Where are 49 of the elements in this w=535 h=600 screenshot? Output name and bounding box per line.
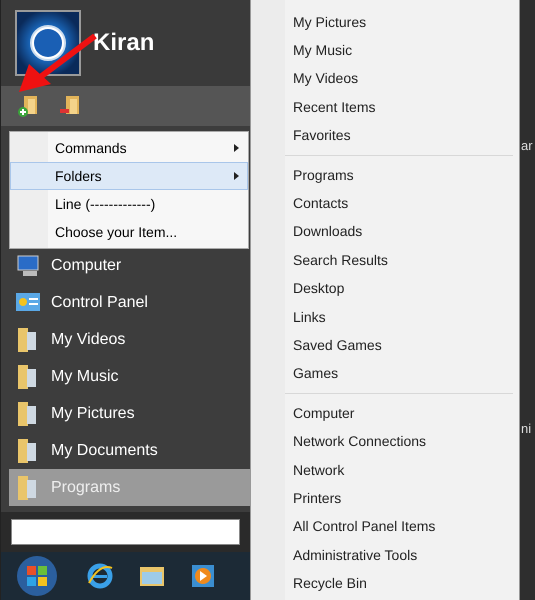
browser-e-icon[interactable]	[87, 563, 113, 589]
start-menu-item[interactable]: My Music	[9, 358, 250, 395]
submenu-item[interactable]: My Videos	[293, 64, 519, 94]
submenu-item[interactable]: Programs	[293, 160, 519, 190]
item-label: My Documents	[51, 440, 158, 460]
item-label: Programs	[51, 478, 120, 498]
item-label: Computer	[51, 256, 122, 276]
submenu-item[interactable]: Downloads	[293, 218, 519, 246]
submenu-item[interactable]: All Control Panel Items	[293, 512, 519, 542]
search-field[interactable]	[11, 519, 240, 545]
menu-item[interactable]: Folders	[10, 162, 248, 190]
submenu-item[interactable]: Recycle Bin	[293, 569, 519, 598]
start-menu-item[interactable]: My Pictures	[9, 395, 250, 432]
item-label: My Pictures	[51, 404, 135, 424]
submenu-item[interactable]: Printers	[293, 484, 519, 513]
add-folder-icon[interactable]	[17, 94, 39, 118]
item-label: Control Panel	[51, 292, 148, 312]
folder-icon[interactable]	[139, 565, 165, 587]
submenu-arrow-icon	[234, 172, 239, 180]
submenu-item[interactable]: Computer	[293, 399, 519, 428]
media-player-icon[interactable]	[191, 564, 215, 588]
submenu-item[interactable]: Games	[293, 360, 519, 388]
submenu-item[interactable]: Favorites	[293, 122, 519, 150]
submenu-arrow-icon	[234, 144, 239, 152]
start-menu-item[interactable]: Control Panel	[9, 284, 250, 321]
start-menu-item[interactable]: My Documents	[9, 432, 250, 469]
submenu-item[interactable]: My Pictures	[293, 8, 519, 36]
monitor-icon	[15, 252, 41, 278]
submenu-item[interactable]: My Music	[293, 36, 519, 65]
user-name: Kiran	[93, 28, 154, 58]
submenu-item[interactable]: Links	[293, 302, 519, 332]
item-label: My Music	[51, 366, 119, 386]
start-menu-item[interactable]: Computer	[9, 247, 250, 284]
submenu-item[interactable]: Network	[293, 456, 519, 484]
submenu-item[interactable]: Search Results	[293, 246, 519, 275]
background-text: ar	[521, 137, 533, 155]
hp-logo-avatar	[15, 10, 81, 76]
menu-item[interactable]: Choose your Item...	[10, 218, 248, 246]
submenu-item[interactable]: Network Connections	[293, 427, 519, 456]
submenu-item[interactable]: Desktop	[293, 274, 519, 303]
menu-item[interactable]: Commands	[10, 134, 248, 162]
menu-item[interactable]: Line (-------------)	[10, 190, 248, 218]
submenu-item[interactable]: Recent Items	[293, 93, 519, 122]
submenu-item[interactable]: Administrative Tools	[293, 541, 519, 570]
background-text: ni	[521, 420, 532, 438]
submenu-item[interactable]: Saved Games	[293, 331, 519, 360]
submenu-item[interactable]: Contacts	[293, 189, 519, 218]
item-label: My Videos	[51, 330, 126, 350]
start-menu-item[interactable]: My Videos	[9, 321, 250, 358]
